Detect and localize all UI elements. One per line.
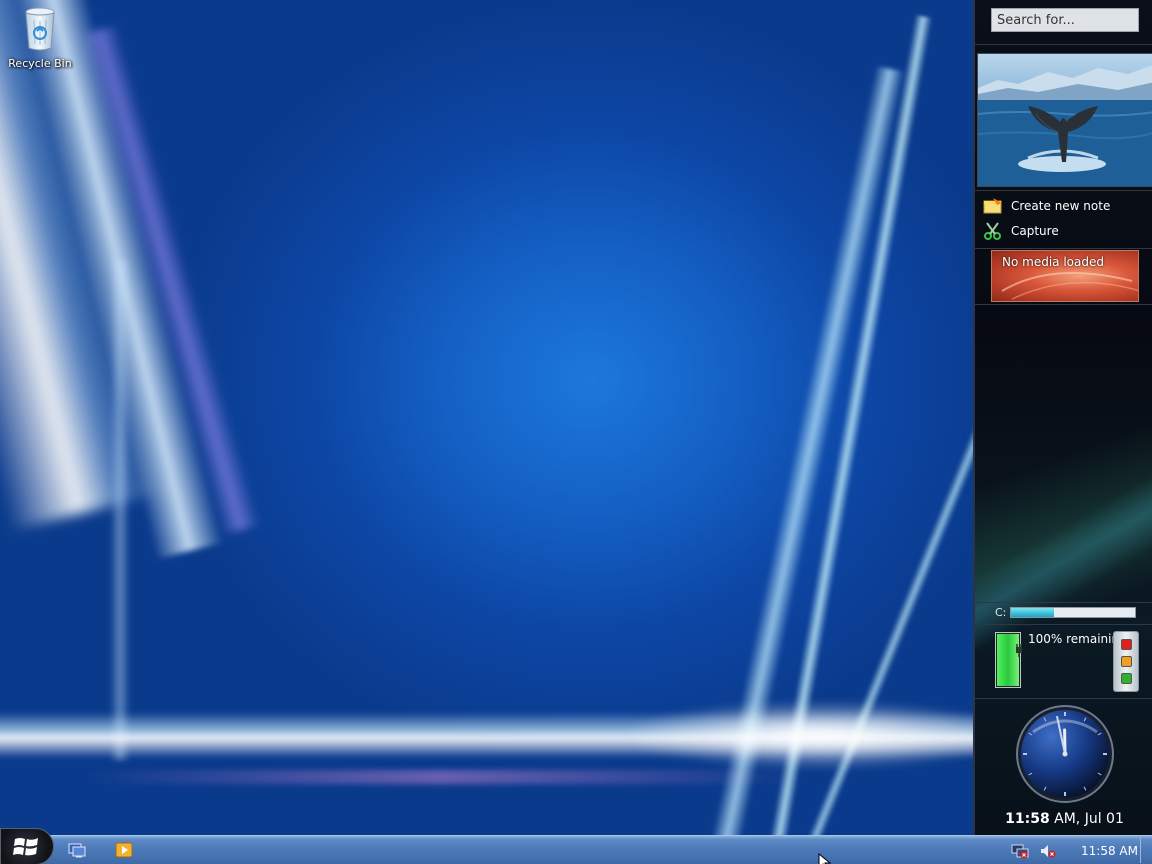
wallpaper-beam (0, 712, 973, 758)
sidebar-divider (975, 624, 1152, 625)
green-lamp (1121, 673, 1132, 684)
wallpaper-beam (806, 375, 973, 835)
drive-meter: C: (995, 606, 1137, 619)
create-note-label: Create new note (1011, 199, 1111, 213)
sidebar-divider (975, 698, 1152, 699)
capture-button[interactable]: Capture (983, 222, 1059, 240)
media-player-gadget[interactable]: No media loaded (991, 250, 1139, 302)
desktop[interactable]: Recycle Bin (0, 0, 973, 835)
sidebar-search-input[interactable] (991, 8, 1139, 32)
clock-time: 11:58 (1005, 811, 1050, 827)
clock-date: AM, Jul 01 (1049, 811, 1124, 827)
wallpaper-beam (765, 14, 933, 835)
sidebar: Create new note Capture No media loaded … (973, 0, 1152, 835)
battery-status-text: 100% remaining (1028, 632, 1127, 646)
clock-date-caption: 11:58 AM, Jul 01 (975, 811, 1152, 827)
capture-label: Capture (1011, 224, 1059, 238)
desktop-icon-label: Recycle Bin (8, 57, 72, 70)
taskbar: 11:58 AM (0, 828, 1152, 864)
tray-clock[interactable]: 11:58 AM (1081, 844, 1138, 858)
sidebar-divider (975, 304, 1152, 305)
recycle-bin-icon (25, 7, 55, 51)
wallpaper-beam (79, 24, 261, 536)
drive-usage-fill (1011, 608, 1054, 617)
mouse-cursor-icon (818, 853, 832, 864)
drive-label: C: (995, 606, 1007, 619)
sidebar-divider (975, 190, 1152, 191)
wallpaper-beam (110, 260, 130, 760)
note-icon (983, 198, 1002, 214)
desktop-icon-recycle-bin[interactable]: Recycle Bin (6, 4, 74, 70)
show-desktop-icon[interactable] (68, 842, 86, 858)
windows-logo-icon (13, 838, 38, 856)
wallpaper-beam (80, 770, 800, 784)
sidebar-divider (975, 248, 1152, 249)
slideshow-photo (978, 65, 1152, 186)
scissors-icon (984, 222, 1001, 240)
battery-meter (995, 632, 1022, 688)
show-desktop-edge[interactable] (1140, 838, 1152, 863)
drive-usage-bar (1010, 607, 1137, 618)
power-plug-icon (1016, 644, 1022, 657)
create-note-button[interactable]: Create new note (983, 197, 1110, 215)
slideshow-gadget[interactable] (977, 53, 1152, 187)
battery-level-fill (997, 634, 1019, 686)
start-button[interactable] (0, 828, 54, 864)
sidebar-divider (975, 44, 1152, 45)
red-lamp (1121, 639, 1132, 650)
clock-gadget[interactable] (1015, 704, 1115, 804)
sidebar-divider (975, 602, 1152, 603)
wallpaper-beam (0, 0, 166, 532)
wallpaper-beam (6, 0, 224, 560)
network-icon[interactable] (1011, 843, 1029, 859)
amber-lamp (1121, 656, 1132, 667)
wallpaper-beam (705, 65, 905, 835)
system-tray: 11:58 AM (1011, 836, 1138, 864)
media-status: No media loaded (1002, 255, 1104, 269)
power-traffic-light (1113, 631, 1139, 692)
wallpaper-glow (620, 700, 973, 770)
volume-muted-icon[interactable] (1039, 843, 1057, 859)
media-player-launch-icon[interactable] (115, 842, 133, 858)
